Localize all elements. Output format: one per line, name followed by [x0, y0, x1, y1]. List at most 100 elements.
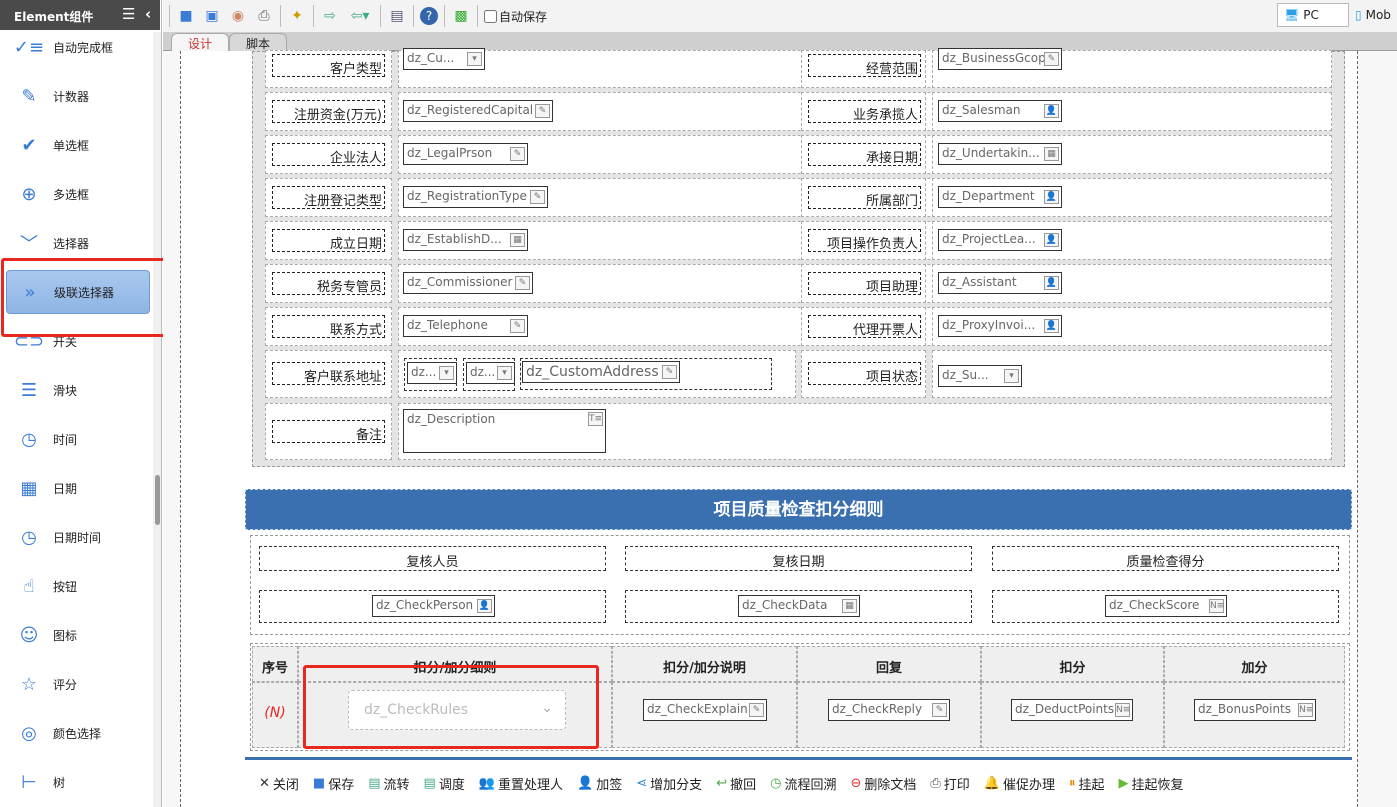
review-field[interactable]: dz_CheckData ▦	[738, 595, 860, 617]
preview-eye-icon[interactable]: ◉	[228, 6, 248, 26]
description-textarea[interactable]: dz_Description T≡	[403, 409, 606, 453]
status-select-icon[interactable]: ▾	[1004, 369, 1019, 383]
field-input[interactable]: dz_ProxyInvoi... 👤	[938, 315, 1062, 337]
field-input[interactable]: dz_RegistrationType ✎	[403, 186, 548, 208]
export-icon[interactable]: ⇨	[320, 6, 340, 26]
field-input[interactable]: dz_RegisteredCapital ✎	[403, 100, 553, 122]
field-input-icon[interactable]: ✎	[510, 319, 525, 333]
field-input[interactable]: dz_ProjectLea... 👤	[938, 229, 1062, 251]
sidebar-item[interactable]: ✓≡ 自动完成框	[6, 25, 150, 69]
delete-button[interactable]: ⊖ 删除文档	[850, 774, 916, 793]
undo-button[interactable]: ↩ 撤回	[716, 774, 756, 793]
sidebar-item[interactable]: ◷ 日期时间	[6, 515, 150, 559]
new-icon[interactable]: ■	[176, 6, 196, 26]
field-input-icon[interactable]: 👤	[1044, 276, 1059, 290]
field-input[interactable]: dz_Telephone ✎	[403, 315, 528, 337]
explain-input[interactable]: dz_CheckExplain ✎	[643, 699, 767, 721]
city-select[interactable]: dz... ▾	[466, 362, 515, 384]
magic-wand-icon[interactable]: ✦	[287, 6, 307, 26]
pause-button[interactable]: ⏸ 挂起	[1069, 774, 1105, 793]
bell-button[interactable]: 🔔 催促办理	[984, 774, 1055, 793]
field-input[interactable]: dz_Cu... ▾	[403, 48, 485, 70]
sidebar-item[interactable]: ☆ 评分	[6, 662, 150, 706]
field-input-icon[interactable]: 👤	[1044, 190, 1059, 204]
explain-input-icon[interactable]: ✎	[749, 703, 764, 717]
field-input-icon[interactable]: ▦	[510, 233, 525, 247]
save-button[interactable]: ■ 保存	[313, 774, 354, 793]
field-input[interactable]: dz_Salesman 👤	[938, 100, 1062, 122]
bonus-input-icon[interactable]: N≡	[1298, 703, 1313, 717]
close-button[interactable]: ✕ 关闭	[259, 774, 299, 793]
field-input-icon[interactable]: ▾	[467, 52, 482, 66]
collapse-icon[interactable]: ‹	[145, 5, 151, 23]
table-header: 扣分/加分说明	[612, 646, 797, 682]
print-button[interactable]: ⎙ 打印	[930, 774, 969, 793]
save-icon[interactable]: ▣	[202, 6, 222, 26]
forward-button[interactable]: ▤ 流转	[368, 774, 409, 793]
review-field-icon[interactable]: ▦	[842, 599, 857, 613]
pc-view-tab[interactable]: 🖥 PC	[1277, 3, 1349, 27]
province-select[interactable]: dz... ▾	[407, 362, 457, 384]
sidebar-item[interactable]: ◷ 时间	[6, 417, 150, 461]
field-input-icon[interactable]: ▦	[1044, 147, 1059, 161]
sidebar-item[interactable]: ☝ 按钮	[6, 564, 150, 608]
mobile-view-tab[interactable]: ▯ Mob	[1355, 3, 1397, 27]
menu-icon[interactable]: ☰	[122, 5, 135, 23]
sidebar-item[interactable]: ◎ 颜色选择	[6, 711, 150, 755]
sidebar-item[interactable]: ☺ 图标	[6, 613, 150, 657]
autosave-checkbox[interactable]: 自动保存	[484, 8, 547, 25]
field-input[interactable]: dz_LegalPrson ✎	[403, 143, 528, 165]
sidebar-item[interactable]: ⊢ 树	[6, 760, 150, 804]
sidebar-scroll-thumb[interactable]	[155, 475, 160, 525]
field-input-icon[interactable]: ✎	[1044, 52, 1059, 66]
history-button[interactable]: ◷ 流程回溯	[770, 774, 836, 793]
field-input[interactable]: dz_Assistant 👤	[938, 272, 1062, 294]
city-select-icon[interactable]: ▾	[497, 366, 512, 380]
bonus-input[interactable]: dz_BonusPoints N≡	[1194, 699, 1316, 721]
autosave-check[interactable]	[484, 9, 497, 23]
field-input-icon[interactable]: 👤	[1044, 319, 1059, 333]
sidebar-item[interactable]: ▦ 日期	[6, 466, 150, 510]
list-icon[interactable]: ▤	[387, 6, 407, 26]
address-input-icon[interactable]: ✎	[662, 365, 677, 379]
sidebar-item[interactable]: ✔ 单选框	[6, 123, 150, 167]
field-input-icon[interactable]: 👤	[1044, 233, 1059, 247]
field-input-icon[interactable]: ✎	[515, 276, 530, 290]
address-input[interactable]: dz_CustomAddress ✎	[522, 361, 680, 383]
field-input-icon[interactable]: ✎	[535, 104, 550, 118]
sidebar-scrollbar[interactable]	[153, 32, 161, 807]
review-field[interactable]: dz_CheckPerson 👤	[372, 595, 495, 617]
reply-input[interactable]: dz_CheckReply ✎	[828, 699, 950, 721]
layers-icon[interactable]: ▩	[451, 6, 471, 26]
import-dropdown-icon[interactable]: ⇦▾	[346, 6, 374, 26]
field-input-icon[interactable]: ✎	[510, 147, 525, 161]
print-icon[interactable]: ⎙	[254, 6, 274, 26]
sidebar-item[interactable]: ⊕ 多选框	[6, 172, 150, 216]
tab-script[interactable]: 脚本	[229, 33, 288, 51]
province-select-icon[interactable]: ▾	[439, 366, 454, 380]
reply-input-icon[interactable]: ✎	[932, 703, 947, 717]
deduct-input[interactable]: dz_DeductPoints N≡	[1011, 699, 1133, 721]
branch-button[interactable]: ⋖ 增加分支	[636, 774, 702, 793]
review-field[interactable]: dz_CheckScore N≡	[1105, 595, 1227, 617]
field-input-icon[interactable]: 👤	[1044, 104, 1059, 118]
sidebar-item[interactable]: ✎ 计数器	[6, 74, 150, 118]
users-button[interactable]: 👥 重置处理人	[479, 774, 563, 793]
field-input[interactable]: dz_Department 👤	[938, 186, 1062, 208]
sidebar-item-label: 树	[53, 775, 66, 790]
field-input[interactable]: dz_Undertakin... ▦	[938, 143, 1062, 165]
field-input[interactable]: dz_EstablishD... ▦	[403, 229, 528, 251]
field-input[interactable]: dz_Commissioner ✎	[403, 272, 533, 294]
sidebar-item[interactable]: ☰ 滑块	[6, 368, 150, 412]
user-add-button[interactable]: 👤 加签	[577, 774, 622, 793]
tab-design[interactable]: 设计	[171, 33, 230, 51]
field-input[interactable]: dz_BusinessGcope ✎	[938, 48, 1062, 70]
help-icon[interactable]: ?	[420, 7, 438, 25]
status-select[interactable]: dz_Su... ▾	[938, 365, 1022, 387]
dispatch-button[interactable]: ▤ 调度	[424, 774, 465, 793]
field-input-icon[interactable]: ✎	[530, 190, 545, 204]
deduct-input-icon[interactable]: N≡	[1115, 703, 1130, 717]
review-field-icon[interactable]: 👤	[477, 599, 492, 613]
review-field-icon[interactable]: N≡	[1209, 599, 1224, 613]
resume-button[interactable]: ▶ 挂起恢复	[1119, 774, 1184, 793]
